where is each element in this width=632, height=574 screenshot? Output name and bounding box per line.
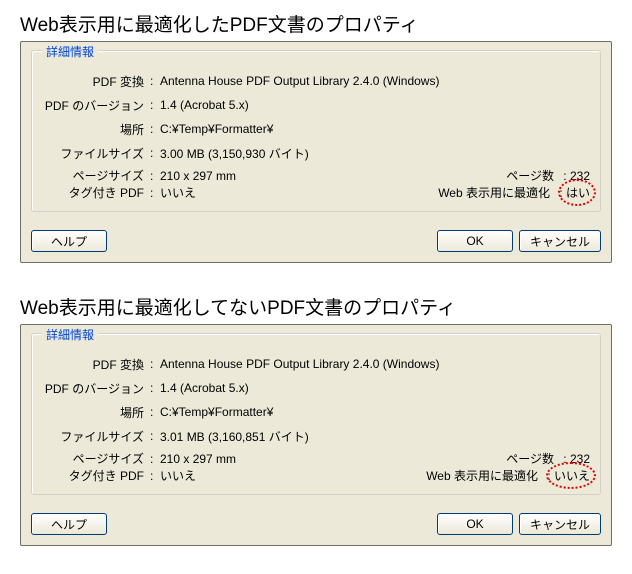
value-pdf-converter: Antenna House PDF Output Library 2.4.0 (… xyxy=(158,74,439,88)
dialog-frame: 詳細情報 PDF 変換 : Antenna House PDF Output L… xyxy=(20,324,612,546)
row-page-size: ページサイズ : 210 x 297 mm ページ数 : 232 xyxy=(42,450,590,467)
row-file-size: ファイルサイズ : 3.01 MB (3,160,851 バイト) xyxy=(42,426,590,446)
value-location: C:¥Temp¥Formatter¥ xyxy=(158,122,273,136)
label-page-count: ページ数 xyxy=(506,450,560,467)
value-tagged-pdf: いいえ xyxy=(158,184,196,201)
cancel-button[interactable]: キャンセル xyxy=(519,513,601,535)
row-pdf-converter: PDF 変換 : Antenna House PDF Output Librar… xyxy=(42,354,590,374)
row-tagged-web: タグ付き PDF : いいえ Web 表示用に最適化 : はい xyxy=(42,184,590,201)
value-web-optimized: いいえ xyxy=(552,467,590,484)
label-page-size: ページサイズ xyxy=(42,450,150,467)
label-tagged-pdf: タグ付き PDF xyxy=(42,184,150,201)
label-tagged-pdf: タグ付き PDF xyxy=(42,467,150,484)
label-pdf-converter: PDF 変換 xyxy=(42,356,150,373)
row-pdf-converter: PDF 変換 : Antenna House PDF Output Librar… xyxy=(42,71,590,91)
value-file-size: 3.01 MB (3,160,851 バイト) xyxy=(158,428,309,445)
value-tagged-pdf: いいえ xyxy=(158,467,196,484)
value-pdf-version: 1.4 (Acrobat 5.x) xyxy=(158,98,249,112)
label-file-size: ファイルサイズ xyxy=(42,145,150,162)
dialog-frame: 詳細情報 PDF 変換 : Antenna House PDF Output L… xyxy=(20,41,612,263)
value-location: C:¥Temp¥Formatter¥ xyxy=(158,405,273,419)
label-web-optimized: Web 表示用に最適化 xyxy=(426,467,544,484)
label-location: 場所 xyxy=(42,121,150,138)
value-web-optimized: はい xyxy=(564,184,590,201)
row-pdf-version: PDF のバージョン : 1.4 (Acrobat 5.x) xyxy=(42,95,590,115)
help-button[interactable]: ヘルプ xyxy=(31,513,107,535)
label-page-count: ページ数 xyxy=(506,167,560,184)
section-title-not-optimized: Web表示用に最適化してないPDF文書のプロパティ xyxy=(0,287,632,324)
row-pdf-version: PDF のバージョン : 1.4 (Acrobat 5.x) xyxy=(42,378,590,398)
value-file-size: 3.00 MB (3,150,930 バイト) xyxy=(158,145,309,162)
row-tagged-web: タグ付き PDF : いいえ Web 表示用に最適化 : いいえ xyxy=(42,467,590,484)
ok-button[interactable]: OK xyxy=(437,230,513,252)
value-page-size: 210 x 297 mm xyxy=(158,452,236,466)
label-location: 場所 xyxy=(42,404,150,421)
row-location: 場所 : C:¥Temp¥Formatter¥ xyxy=(42,119,590,139)
detail-group: 詳細情報 PDF 変換 : Antenna House PDF Output L… xyxy=(31,50,601,212)
row-location: 場所 : C:¥Temp¥Formatter¥ xyxy=(42,402,590,422)
label-file-size: ファイルサイズ xyxy=(42,428,150,445)
value-page-size: 210 x 297 mm xyxy=(158,169,236,183)
label-web-optimized: Web 表示用に最適化 xyxy=(438,184,556,201)
help-button[interactable]: ヘルプ xyxy=(31,230,107,252)
ok-button[interactable]: OK xyxy=(437,513,513,535)
label-pdf-converter: PDF 変換 xyxy=(42,73,150,90)
detail-group: 詳細情報 PDF 変換 : Antenna House PDF Output L… xyxy=(31,333,601,495)
group-title: 詳細情報 xyxy=(42,43,98,60)
row-file-size: ファイルサイズ : 3.00 MB (3,150,930 バイト) xyxy=(42,143,590,163)
button-bar: ヘルプ OK キャンセル xyxy=(21,222,611,262)
cancel-button[interactable]: キャンセル xyxy=(519,230,601,252)
value-pdf-version: 1.4 (Acrobat 5.x) xyxy=(158,381,249,395)
group-title: 詳細情報 xyxy=(42,326,98,343)
dialog-optimized: Web表示用に最適化したPDF文書のプロパティ 詳細情報 PDF 変換 : An… xyxy=(0,4,632,263)
dialog-not-optimized: Web表示用に最適化してないPDF文書のプロパティ 詳細情報 PDF 変換 : … xyxy=(0,287,632,546)
section-title-optimized: Web表示用に最適化したPDF文書のプロパティ xyxy=(0,4,632,41)
label-page-size: ページサイズ xyxy=(42,167,150,184)
label-pdf-version: PDF のバージョン xyxy=(42,380,150,397)
row-page-size: ページサイズ : 210 x 297 mm ページ数 : 232 xyxy=(42,167,590,184)
label-pdf-version: PDF のバージョン xyxy=(42,97,150,114)
value-pdf-converter: Antenna House PDF Output Library 2.4.0 (… xyxy=(158,357,439,371)
button-bar: ヘルプ OK キャンセル xyxy=(21,505,611,545)
